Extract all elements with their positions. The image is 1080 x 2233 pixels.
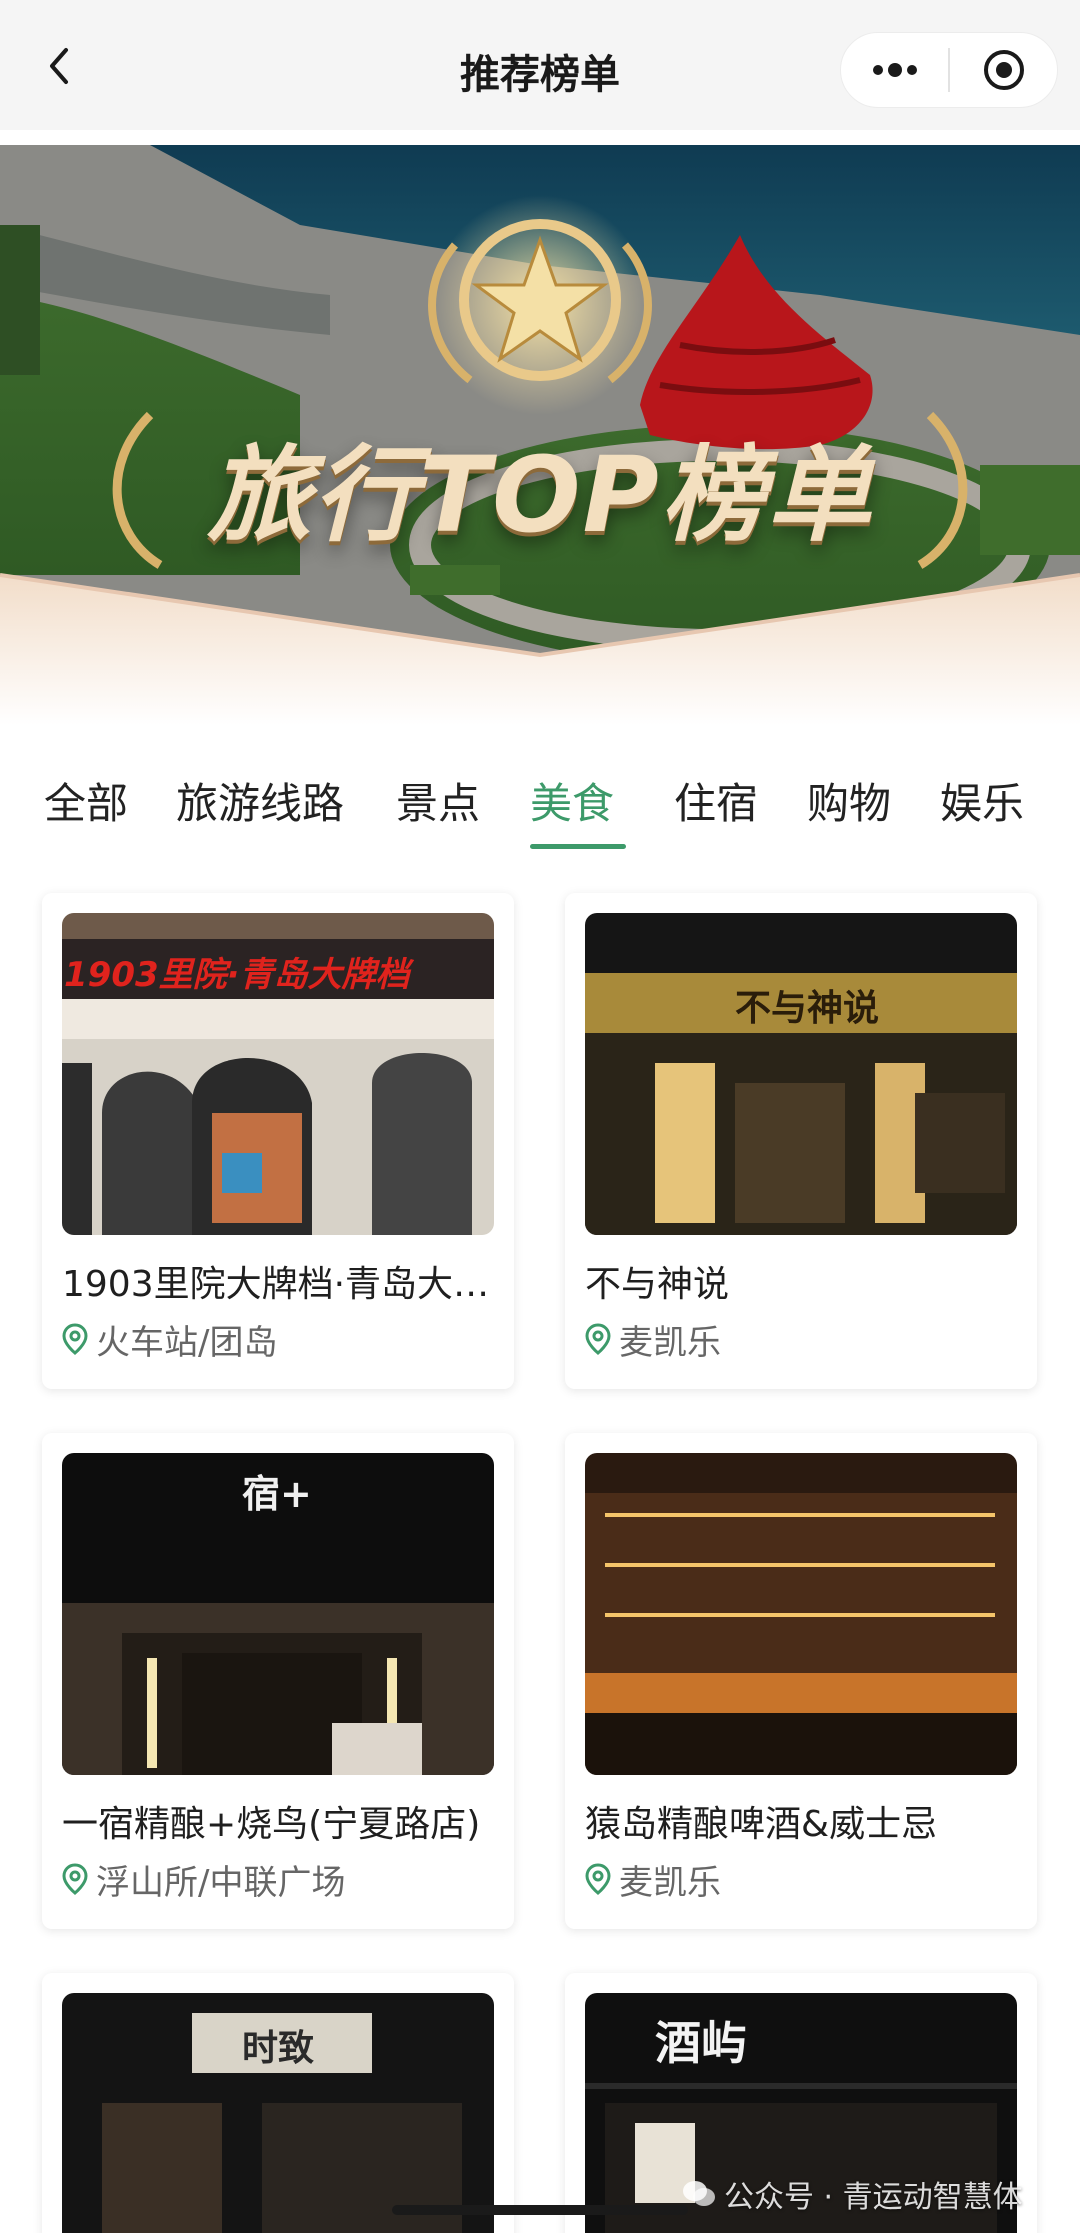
restaurant-name: 猿岛精酿啤酒&威士忌 [585,1804,938,1845]
tab-entertainment[interactable]: 娱乐 [940,770,1024,831]
tab-lodging[interactable]: 住宿 [674,770,758,831]
shop-sign-text: 不与神说 [735,987,880,1029]
tab-all[interactable]: 全部 [44,770,128,831]
restaurant-location: 麦凯乐 [585,1857,721,1903]
tab-shopping[interactable]: 购物 [807,770,891,831]
active-tab-indicator [530,844,626,849]
restaurant-card[interactable]: 宿+ 一宿精酿+烧鸟(宁夏路店) 浮山所/中联广场 [42,1433,514,1929]
tab-travel-routes[interactable]: 旅游线路 [176,770,344,831]
location-text: 火车站/团岛 [96,1322,278,1363]
location-text: 浮山所/中联广场 [96,1862,346,1903]
shop-sign-text: 时致 [242,2027,315,2069]
restaurant-name: 一宿精酿+烧鸟(宁夏路店) [62,1804,481,1845]
watermark-text: 公众号 · 青运动智慧体 [724,2180,1023,2215]
top-banner[interactable]: 旅行TOP榜单 [0,145,1080,725]
more-dots-icon [872,63,917,77]
restaurant-card[interactable]: 不与神说 不与神说 麦凯乐 [565,893,1037,1389]
restaurant-location: 麦凯乐 [585,1317,721,1363]
restaurant-card[interactable]: 猿岛精酿啤酒&威士忌 麦凯乐 [565,1433,1037,1929]
location-pin-icon [585,1323,611,1355]
shop-sign-text: 1903里院·青岛大牌档 [64,955,410,995]
restaurant-name: 1903里院大牌档·青岛大牌档 [62,1264,494,1305]
location-text: 麦凯乐 [619,1862,721,1903]
wechat-icon [683,2181,715,2206]
tab-attractions[interactable]: 景点 [396,770,480,831]
location-pin-icon [585,1863,611,1895]
location-text: 麦凯乐 [619,1322,721,1363]
restaurant-location: 浮山所/中联广场 [62,1857,346,1903]
restaurant-name: 不与神说 [585,1264,730,1305]
target-close-icon [983,50,1024,90]
restaurant-photo: 1903里院·青岛大牌档 [62,913,494,1235]
close-button[interactable] [950,33,1057,107]
watermark: 公众号 · 青运动智慧体 [682,2172,1023,2216]
category-tabs: 全部 旅游线路 景点 美食 住宿 购物 娱乐 [0,770,1080,850]
shop-sign-text: 酒屿 [655,2016,747,2070]
tab-food[interactable]: 美食 [530,770,614,831]
restaurant-card[interactable]: 1903里院·青岛大牌档 1903里院大牌档·青岛大牌档 火车站/团岛 [42,893,514,1389]
more-button[interactable] [841,33,948,107]
mini-program-capsule [840,32,1058,108]
location-pin-icon [62,1323,88,1355]
banner-title: 旅行TOP榜单 [207,434,873,556]
home-indicator[interactable] [392,2205,688,2215]
restaurant-photo [585,1453,1017,1775]
nav-bar: 推荐榜单 [0,0,1080,130]
shop-sign-text: 宿+ [242,1472,312,1516]
restaurant-photo: 不与神说 [585,913,1017,1235]
restaurant-photo: 宿+ [62,1453,494,1775]
restaurant-photo: 时致 [62,1993,494,2233]
location-pin-icon [62,1863,88,1895]
restaurant-location: 火车站/团岛 [62,1317,278,1363]
restaurant-card[interactable]: 时致 [42,1973,514,2233]
